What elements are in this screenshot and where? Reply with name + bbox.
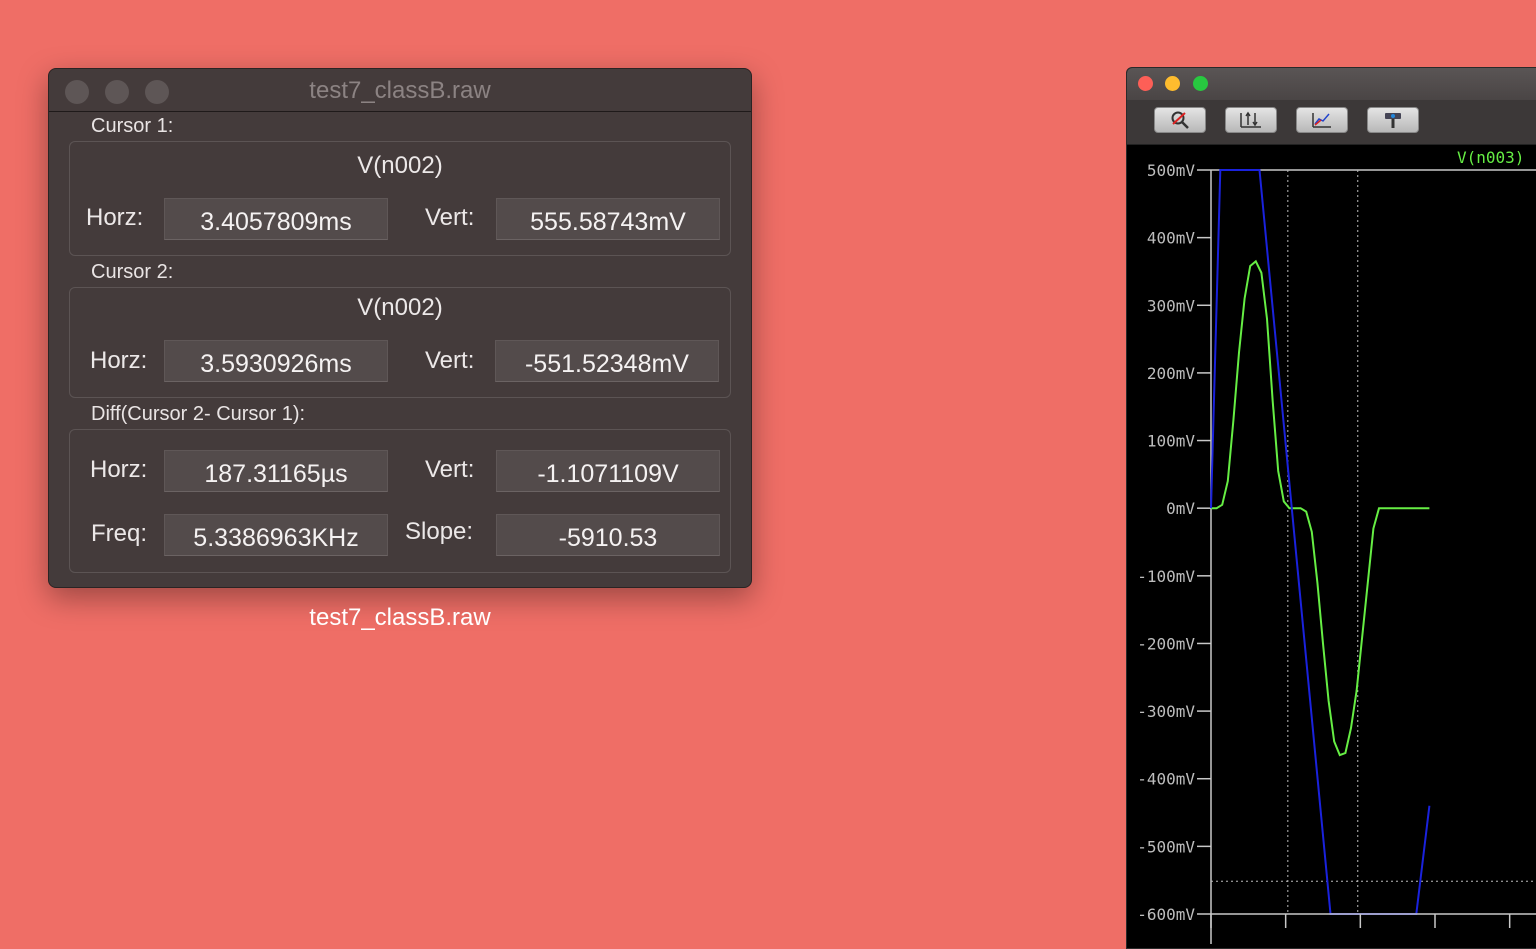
cursor1-horz-label: Horz: xyxy=(86,204,144,231)
cursor1-signal-name: V(n002) xyxy=(357,152,443,179)
plot-zoom-button[interactable] xyxy=(1193,76,1208,91)
cursor2-label: Cursor 2: xyxy=(91,261,174,283)
plot-close-button[interactable] xyxy=(1138,76,1153,91)
diff-label: Diff(Cursor 2- Cursor 1): xyxy=(91,403,306,425)
traces xyxy=(1210,169,1431,915)
waveform-plot-window: V(n003) 500mV 400mV 300mV 200mV 100mV 0mV -100… xyxy=(1126,67,1536,949)
trace-label-v-n003[interactable]: V(n003) xyxy=(1457,148,1524,167)
y-tick-label: 500mV xyxy=(1147,161,1196,180)
diff-vert-field[interactable]: -1.1071109V xyxy=(496,450,720,492)
y-tick-label: -600mV xyxy=(1137,905,1195,924)
cursor2-group: V(n002) Horz: 3.5930926ms Vert: -551.523… xyxy=(69,287,731,398)
title-bar[interactable]: test7_classB.raw xyxy=(49,69,751,112)
cursor2-vert-field[interactable]: -551.52348mV xyxy=(495,340,719,382)
cursor2-horz-label: Horz: xyxy=(90,347,148,374)
y-tick-label: 100mV xyxy=(1147,432,1196,451)
pick-traces-icon[interactable] xyxy=(1367,107,1419,133)
plot-settings-icon[interactable] xyxy=(1296,107,1348,133)
trace-vn002[interactable] xyxy=(1210,169,1431,915)
cursor1-vert-field[interactable]: 555.58743mV xyxy=(496,198,720,240)
x-axis xyxy=(1210,913,1536,928)
cursor2-signal-name: V(n002) xyxy=(357,294,443,321)
window-title: test7_classB.raw xyxy=(309,77,491,104)
y-tick-label: -100mV xyxy=(1137,567,1195,586)
diff-group: Horz: 187.31165µs Vert: -1.1071109V Freq… xyxy=(69,429,731,573)
cursor-lines xyxy=(1211,170,1536,914)
waveform-plot[interactable]: V(n003) 500mV 400mV 300mV 200mV 100mV 0mV -100… xyxy=(1127,144,1536,948)
autorange-icon[interactable] xyxy=(1225,107,1277,133)
cursor1-horz-field[interactable]: 3.4057809ms xyxy=(164,198,388,240)
window-caption: test7_classB.raw xyxy=(309,604,491,631)
y-axis: 500mV 400mV 300mV 200mV 100mV 0mV -100mV -200mV… xyxy=(1137,161,1536,944)
diff-slope-field[interactable]: -5910.53 xyxy=(496,514,720,556)
zoom-icon[interactable] xyxy=(1154,107,1206,133)
diff-vert-label: Vert: xyxy=(425,456,475,483)
cursor-readout-window: test7_classB.raw Cursor 1: V(n002) Horz:… xyxy=(48,68,752,588)
y-tick-label: 400mV xyxy=(1147,229,1196,248)
cursor1-label: Cursor 1: xyxy=(91,115,174,137)
y-tick-label: -200mV xyxy=(1137,634,1195,653)
cursor2-vert-label: Vert: xyxy=(425,347,475,374)
trace-vn003[interactable] xyxy=(1211,259,1430,757)
plot-title-bar[interactable] xyxy=(1127,68,1536,101)
y-tick-label: -500mV xyxy=(1137,837,1195,856)
plot-minimize-button[interactable] xyxy=(1165,76,1180,91)
diff-slope-label: Slope: xyxy=(405,518,474,545)
diff-horz-label: Horz: xyxy=(90,456,148,483)
y-tick-label: 200mV xyxy=(1147,364,1196,383)
y-tick-label: 0mV xyxy=(1166,499,1195,518)
cursor2-horz-field[interactable]: 3.5930926ms xyxy=(164,340,388,382)
cursor1-group: V(n002) Horz: 3.4057809ms Vert: 555.5874… xyxy=(69,141,731,256)
y-tick-label: -300mV xyxy=(1137,702,1195,721)
diff-horz-field[interactable]: 187.31165µs xyxy=(164,450,388,492)
y-tick-label: -400mV xyxy=(1137,770,1195,789)
plot-toolbar xyxy=(1127,100,1536,145)
diff-freq-field[interactable]: 5.3386963KHz xyxy=(164,514,388,556)
cursor1-vert-label: Vert: xyxy=(425,204,475,231)
y-tick-label: 300mV xyxy=(1147,296,1196,315)
diff-freq-label: Freq: xyxy=(91,520,148,547)
